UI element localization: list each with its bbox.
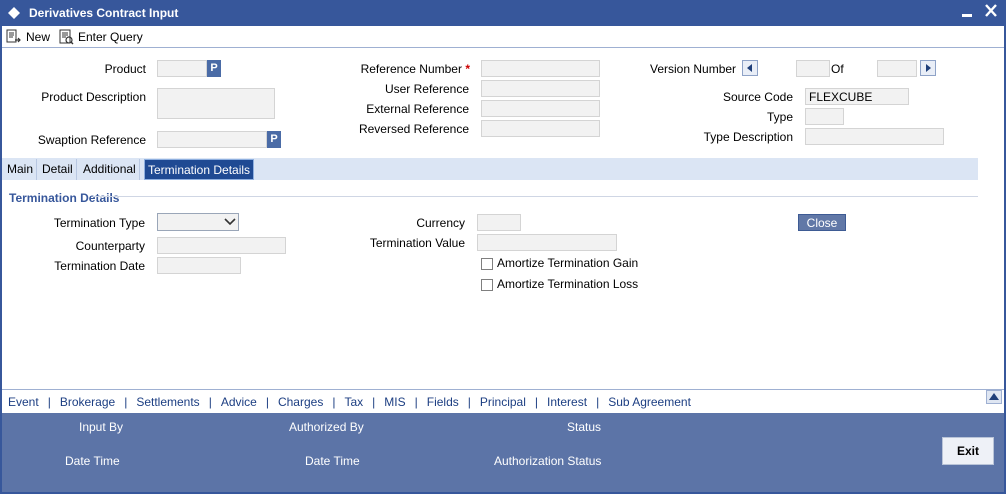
- nav-link-principal[interactable]: Principal: [480, 395, 526, 409]
- exit-button[interactable]: Exit: [942, 437, 994, 465]
- bottom-nav: Event | Brokerage | Settlements | Advice | Charg…: [2, 389, 1004, 413]
- new-button[interactable]: New: [6, 28, 50, 46]
- product-description-label: Product Description: [41, 90, 146, 104]
- tab-main[interactable]: Main: [4, 159, 38, 180]
- termination-type-select[interactable]: [157, 213, 239, 231]
- reversed-reference-field[interactable]: [481, 120, 600, 137]
- external-reference-label: External Reference: [366, 102, 469, 116]
- arrow-left-icon: [747, 64, 752, 72]
- arrow-up-icon: [989, 393, 999, 400]
- product-label: Product: [104, 62, 146, 76]
- nav-link-interest[interactable]: Interest: [547, 395, 587, 409]
- currency-label: Currency: [416, 216, 465, 230]
- tab-bar: Main Detail Additional Termination Detai…: [2, 158, 978, 180]
- auth-date-time-label: Date Time: [305, 454, 360, 468]
- version-number-label: Version Number: [650, 62, 737, 76]
- nav-link-advice[interactable]: Advice: [221, 395, 257, 409]
- user-reference-field[interactable]: [481, 80, 600, 97]
- reference-number-label: Reference Number *: [360, 62, 470, 76]
- toolbar: New Enter Query: [2, 26, 1004, 48]
- close-button[interactable]: Close: [798, 214, 846, 231]
- type-field: [805, 108, 844, 125]
- total-versions-field: [877, 60, 917, 77]
- source-code-label: Source Code: [722, 90, 793, 104]
- amortize-gain-label: Amortize Termination Gain: [497, 256, 639, 270]
- currency-field[interactable]: [477, 214, 521, 231]
- enter-query-label: Enter Query: [78, 30, 143, 44]
- user-reference-label: User Reference: [384, 82, 469, 96]
- type-description-field: [805, 128, 944, 145]
- bottom-nav-links: Event | Brokerage | Settlements | Advice | Charg…: [8, 395, 691, 409]
- window-title: Derivatives Contract Input: [29, 6, 179, 20]
- input-by-label: Input By: [79, 420, 124, 434]
- reference-number-field[interactable]: [481, 60, 600, 77]
- termination-value-field[interactable]: [477, 234, 617, 251]
- authorized-by-label: Authorized By: [289, 420, 364, 434]
- previous-version-button[interactable]: [742, 60, 758, 76]
- enter-query-button[interactable]: Enter Query: [58, 28, 143, 46]
- section-divider: [93, 196, 978, 197]
- swaption-pick-button[interactable]: P: [267, 131, 281, 148]
- reversed-reference-label: Reversed Reference: [358, 122, 469, 136]
- counterparty-field[interactable]: [157, 237, 286, 254]
- product-field[interactable]: [157, 60, 207, 77]
- amortize-gain-checkbox[interactable]: [481, 258, 493, 270]
- footer: Input By Date Time Authorized By Date Ti…: [2, 413, 1004, 492]
- status-label: Status: [567, 420, 602, 434]
- tab-detail[interactable]: Detail: [39, 159, 77, 180]
- amortize-loss-checkbox[interactable]: [481, 279, 493, 291]
- source-code-field: FLEXCUBE: [805, 88, 909, 105]
- type-label: Type: [766, 110, 793, 124]
- new-button-label: New: [26, 30, 51, 44]
- minimize-icon[interactable]: [960, 4, 974, 20]
- nav-link-event[interactable]: Event: [8, 395, 39, 409]
- product-description-field: [157, 88, 275, 119]
- nav-link-sub-agreement[interactable]: Sub Agreement: [608, 395, 691, 409]
- nav-link-settlements[interactable]: Settlements: [136, 395, 199, 409]
- next-version-button[interactable]: [920, 60, 936, 76]
- termination-date-field[interactable]: [157, 257, 241, 274]
- nav-link-brokerage[interactable]: Brokerage: [60, 395, 115, 409]
- nav-link-fields[interactable]: Fields: [427, 395, 459, 409]
- nav-link-charges[interactable]: Charges: [278, 395, 323, 409]
- type-description-label: Type Description: [703, 130, 793, 144]
- title-bar: Derivatives Contract Input: [0, 0, 1006, 26]
- tab-additional[interactable]: Additional: [80, 159, 140, 180]
- swaption-reference-label: Swaption Reference: [37, 133, 146, 147]
- product-pick-button[interactable]: P: [207, 60, 221, 77]
- counterparty-label: Counterparty: [75, 239, 145, 253]
- section-title: Termination Details: [9, 191, 120, 205]
- required-marker: *: [465, 62, 470, 76]
- authorization-status-label: Authorization Status: [494, 454, 602, 468]
- nav-link-mis[interactable]: MIS: [384, 395, 405, 409]
- app-diamond-icon: [8, 7, 20, 19]
- tab-termination-details[interactable]: Termination Details: [144, 159, 255, 180]
- termination-date-label: Termination Date: [54, 259, 145, 273]
- amortize-loss-label: Amortize Termination Loss: [497, 277, 639, 291]
- termination-type-label: Termination Type: [53, 216, 145, 230]
- termination-value-label: Termination Value: [369, 236, 465, 250]
- swaption-reference-field[interactable]: [157, 131, 267, 148]
- arrow-right-icon: [926, 64, 931, 72]
- new-document-icon: [6, 29, 21, 43]
- close-window-icon[interactable]: [983, 2, 999, 20]
- of-label: Of: [831, 62, 844, 76]
- nav-link-tax[interactable]: Tax: [344, 395, 363, 409]
- chevron-down-icon: [224, 218, 236, 226]
- enter-query-icon: [59, 29, 74, 45]
- date-time-label: Date Time: [65, 454, 120, 468]
- external-reference-field[interactable]: [481, 100, 600, 117]
- version-number-field: [796, 60, 830, 77]
- scroll-up-button[interactable]: [986, 390, 1002, 404]
